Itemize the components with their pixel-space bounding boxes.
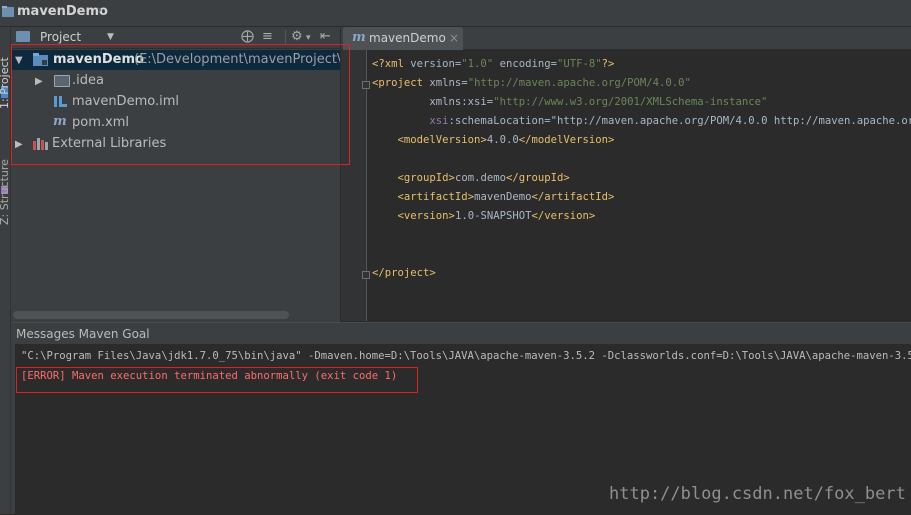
code-line-8[interactable]: <artifactId>mavenDemo</artifactId> bbox=[372, 191, 615, 203]
chevron-down-icon[interactable]: ▼ bbox=[107, 32, 114, 42]
fold-marker-icon[interactable] bbox=[362, 271, 370, 279]
tab-structure-tool[interactable]: Z: Structure bbox=[0, 159, 11, 225]
code-line-9[interactable]: <version>1.0-SNAPSHOT</version> bbox=[372, 210, 596, 222]
fold-marker-icon[interactable] bbox=[362, 81, 370, 89]
close-icon[interactable]: × bbox=[449, 31, 459, 45]
nav-project-name[interactable]: mavenDemo bbox=[17, 4, 108, 19]
navigation-bar bbox=[0, 0, 911, 27]
editor-tab-label[interactable]: mavenDemo bbox=[369, 31, 446, 45]
messages-title[interactable]: Messages Maven Goal bbox=[16, 327, 150, 341]
gear-icon[interactable]: ⚙ bbox=[291, 29, 303, 44]
maven-file-icon: m bbox=[352, 30, 366, 45]
code-line-7[interactable]: <groupId>com.demo</groupId> bbox=[372, 172, 570, 184]
tab-project-tool[interactable]: 1: Project bbox=[0, 57, 11, 109]
code-line-5[interactable]: <modelVersion>4.0.0</modelVersion> bbox=[372, 134, 615, 146]
scroll-from-source-icon[interactable]: ⨁ bbox=[241, 29, 254, 44]
code-line-4[interactable]: xsi:schemaLocation="http://maven.apache.… bbox=[372, 115, 911, 127]
code-line-2[interactable]: <project xmlns="http://maven.apache.org/… bbox=[372, 77, 691, 89]
annotation-box-project-tree bbox=[11, 44, 350, 165]
maven-command-line[interactable]: "C:\Program Files\Java\jdk1.7.0_75\bin\j… bbox=[21, 350, 911, 362]
left-tool-strip: 1: Project Z: Structure bbox=[0, 27, 11, 514]
code-line-3[interactable]: xmlns:xsi="http://www.w3.org/2001/XMLSch… bbox=[372, 96, 767, 108]
annotation-box-error bbox=[16, 367, 418, 393]
project-view-selector[interactable]: Project bbox=[40, 30, 81, 44]
code-line-12[interactable]: </project> bbox=[372, 267, 436, 279]
project-view-icon bbox=[16, 31, 30, 42]
collapse-all-icon[interactable]: ≡ bbox=[262, 29, 273, 44]
horizontal-scrollbar[interactable] bbox=[13, 311, 289, 319]
gutter-divider bbox=[366, 50, 367, 321]
project-folder-icon bbox=[2, 6, 14, 17]
toolbar-divider bbox=[285, 30, 286, 45]
watermark: http://blog.csdn.net/fox_bert bbox=[609, 484, 906, 504]
nav-chevron-icon: › bbox=[97, 3, 103, 18]
code-line-1[interactable]: <?xml version="1.0" encoding="UTF-8"?> bbox=[372, 58, 614, 70]
hide-panel-icon[interactable]: ⇤ bbox=[320, 29, 331, 44]
gear-dropdown-icon[interactable]: ▾ bbox=[306, 33, 311, 43]
messages-toolbar bbox=[11, 344, 15, 514]
